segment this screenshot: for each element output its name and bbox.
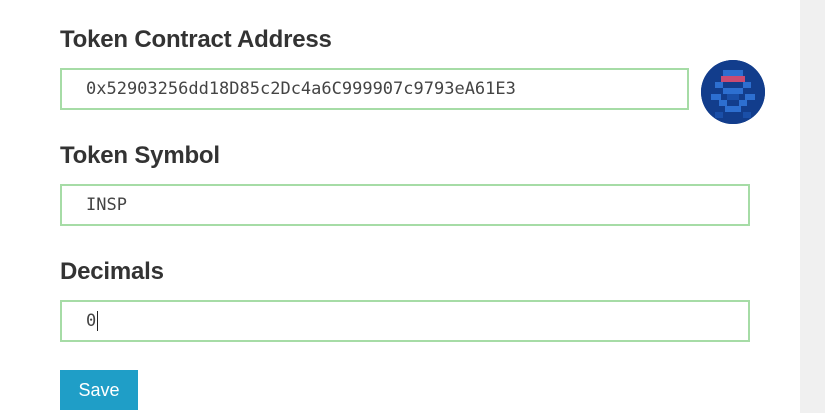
token-symbol-label: Token Symbol <box>60 142 220 169</box>
token-address-label: Token Contract Address <box>60 26 332 53</box>
token-address-value: 0x52903256dd18D85c2Dc4a6C999907c9793eA61… <box>86 79 516 99</box>
add-token-form: Token Contract Address 0x52903256dd18D85… <box>0 0 825 413</box>
decimals-input[interactable]: 0 <box>60 300 750 342</box>
token-address-input[interactable]: 0x52903256dd18D85c2Dc4a6C999907c9793eA61… <box>60 68 689 110</box>
token-symbol-value: INSP <box>86 195 127 215</box>
token-symbol-input[interactable]: INSP <box>60 184 750 226</box>
decimals-value: 0 <box>86 311 97 331</box>
save-button[interactable]: Save <box>60 370 138 410</box>
side-panel <box>800 0 825 413</box>
decimals-label: Decimals <box>60 258 164 285</box>
token-identicon-icon <box>701 60 765 124</box>
text-caret <box>97 311 99 331</box>
